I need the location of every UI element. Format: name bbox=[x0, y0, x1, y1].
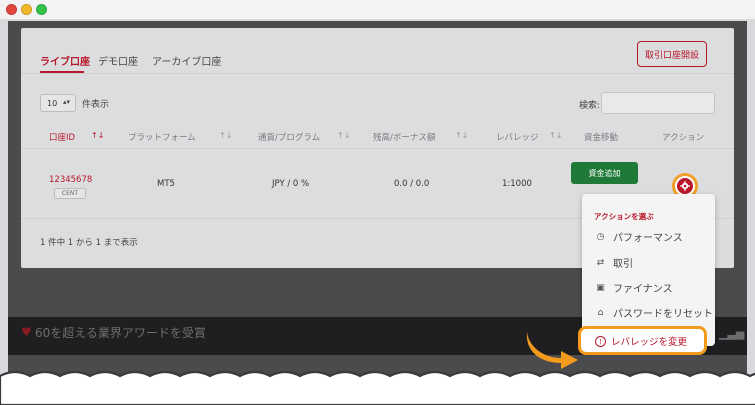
sort-icon[interactable]: ↑↓ bbox=[337, 131, 350, 140]
currency-program-cell: JPY / 0 % bbox=[272, 179, 310, 189]
entries-per-page-label: 件表示 bbox=[82, 100, 110, 110]
sort-icon[interactable]: ↑↓ bbox=[549, 131, 562, 140]
column-header-platform[interactable]: プラットフォーム bbox=[128, 131, 196, 143]
close-window-button[interactable] bbox=[6, 4, 17, 15]
account-type-badge: CENT bbox=[54, 188, 86, 199]
entries-per-page-value: 10 bbox=[47, 98, 58, 108]
tab-live-accounts[interactable]: ライブ口座 bbox=[40, 53, 90, 68]
menu-item-label: レバレッジを変更 bbox=[611, 337, 688, 348]
sort-icon[interactable]: ↑↓ bbox=[455, 131, 468, 140]
wallet-icon: ▣ bbox=[596, 282, 605, 293]
action-menu-title: アクションを選ぶ bbox=[594, 212, 654, 221]
menu-item-trades[interactable]: ⇄ 取引 bbox=[594, 255, 633, 271]
column-header-account-id[interactable]: 口座ID bbox=[49, 131, 75, 143]
tabs-divider bbox=[21, 73, 734, 74]
awards-banner-text: 60を超える業界アワードを受賞 bbox=[35, 326, 206, 340]
menu-item-performance[interactable]: ◷ パフォーマンス bbox=[594, 229, 683, 245]
column-header-currency-program[interactable]: 通貨/プログラム bbox=[258, 131, 320, 143]
menu-item-label: パスワードをリセット bbox=[613, 309, 713, 320]
column-header-fund-transfer: 資金移動 bbox=[584, 133, 619, 143]
open-trading-account-button[interactable]: 取引口座開設 bbox=[637, 41, 707, 67]
add-funds-button[interactable]: 資金追加 bbox=[571, 162, 638, 184]
alert-circle-icon: ! bbox=[595, 335, 606, 347]
account-id-link[interactable]: 12345678 bbox=[49, 175, 92, 185]
heart-icon: ♥ bbox=[21, 325, 32, 339]
search-input[interactable] bbox=[601, 92, 715, 114]
menu-item-finance[interactable]: ▣ ファイナンス bbox=[594, 280, 673, 296]
menu-item-label: ファイナンス bbox=[613, 284, 673, 295]
tab-archive-accounts[interactable]: アーカイブ口座 bbox=[152, 53, 221, 68]
column-header-balance-bonus[interactable]: 残高/ボーナス額 bbox=[373, 131, 435, 143]
column-header-action: アクション bbox=[662, 133, 705, 143]
entries-per-page-select[interactable]: 10 ▴▾ bbox=[40, 94, 76, 112]
updown-caret-icon: ▴▾ bbox=[63, 98, 71, 106]
torn-edge-decoration bbox=[0, 370, 755, 405]
minimize-window-button[interactable] bbox=[21, 4, 32, 15]
menu-item-label: パフォーマンス bbox=[613, 233, 683, 244]
gear-icon bbox=[677, 178, 693, 194]
sort-icon[interactable]: ↑↓ bbox=[91, 131, 104, 140]
menu-item-reset-password[interactable]: ⌂ パスワードをリセット bbox=[594, 305, 713, 321]
page-content: ライブ口座 デモ口座 アーカイブ口座 取引口座開設 10 ▴▾ 件表示 検索: … bbox=[8, 21, 747, 405]
platform-cell: MT5 bbox=[157, 179, 175, 189]
exchange-icon: ⇄ bbox=[596, 257, 605, 268]
table-header-divider bbox=[21, 148, 734, 149]
browser-window: ライブ口座 デモ口座 アーカイブ口座 取引口座開設 10 ▴▾ 件表示 検索: … bbox=[0, 0, 755, 405]
lock-icon: ⌂ bbox=[597, 307, 604, 318]
title-bar bbox=[0, 0, 755, 20]
sort-icon[interactable]: ↑↓ bbox=[219, 131, 232, 140]
table-info-text: 1 件中 1 から 1 まで表示 bbox=[40, 238, 138, 248]
tab-demo-accounts[interactable]: デモ口座 bbox=[98, 53, 138, 68]
clock-icon: ◷ bbox=[596, 231, 605, 242]
chart-icon[interactable]: ▁▃▅ bbox=[719, 327, 744, 340]
menu-item-label: 取引 bbox=[613, 259, 633, 270]
search-label: 検索: bbox=[579, 101, 601, 111]
column-header-leverage[interactable]: レバレッジ bbox=[496, 131, 539, 143]
leverage-cell: 1:1000 bbox=[502, 179, 532, 189]
menu-item-change-leverage[interactable]: ! レバレッジを変更 bbox=[578, 326, 707, 355]
maximize-window-button[interactable] bbox=[36, 4, 47, 15]
balance-bonus-cell: 0.0 / 0.0 bbox=[394, 179, 430, 189]
menu-item-change-leverage-content: ! レバレッジを変更 bbox=[595, 334, 687, 348]
